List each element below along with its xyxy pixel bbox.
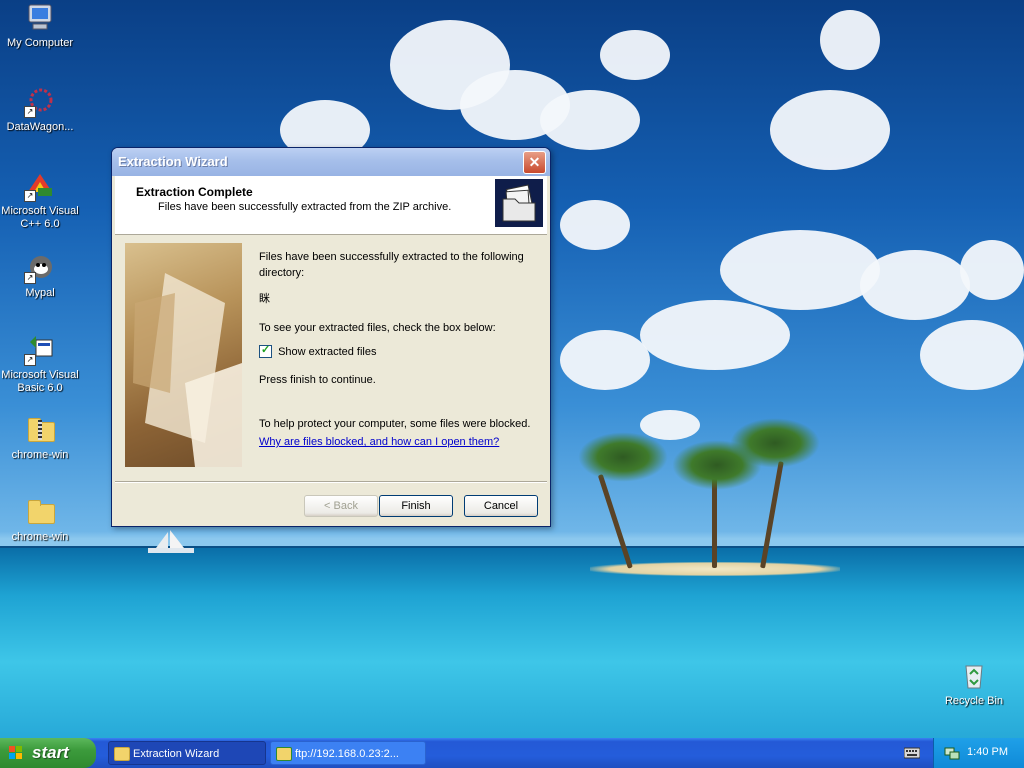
shortcut-arrow-icon: ↗: [24, 272, 36, 284]
taskbar-item-ftp[interactable]: ftp://192.168.0.23:2...: [270, 741, 426, 765]
check-mark-icon: ✓: [261, 344, 271, 356]
wizard-body: Files have been successfully extracted t…: [115, 235, 547, 481]
finish-button[interactable]: Finish: [379, 495, 453, 517]
taskbar-item-label: Extraction Wizard: [133, 748, 220, 760]
folder-icon: [114, 747, 130, 761]
visual-cpp-icon: ↗: [24, 170, 56, 202]
desktop-icon-label: Microsoft Visual C++ 6.0: [1, 205, 79, 230]
cloud: [860, 250, 970, 320]
cloud: [600, 30, 670, 80]
cloud: [720, 230, 880, 310]
desktop-icon-datawagon[interactable]: ↗ DataWagon...: [0, 86, 80, 134]
window-title: Extraction Wizard: [118, 154, 228, 169]
palm-trunk: [712, 478, 717, 568]
datawagon-icon: ↗: [24, 86, 56, 118]
wizard-side-image: [125, 243, 242, 467]
clock[interactable]: 1:40 PM: [967, 746, 1008, 758]
windows-logo-icon: [9, 746, 22, 759]
wizard-header: Extraction Complete Files have been succ…: [115, 176, 547, 235]
close-icon: ✕: [528, 154, 541, 170]
extraction-wizard-window: Extraction Wizard ✕ Extraction Complete …: [111, 147, 551, 527]
desktop-icon-label: Mypal: [25, 287, 55, 299]
computer-icon: [24, 2, 56, 34]
start-button[interactable]: start: [0, 738, 96, 768]
sailboat: [148, 530, 194, 553]
folder-pages-icon: [495, 179, 543, 227]
start-label: start: [32, 743, 69, 762]
desktop-icon-label: My Computer: [6, 37, 74, 49]
taskbar: start Extraction Wizard ftp://192.168.0.…: [0, 738, 1024, 768]
network-icon[interactable]: [944, 745, 960, 761]
cloud: [960, 240, 1024, 300]
palm-fronds: [578, 432, 668, 482]
extract-message: Files have been successfully extracted t…: [259, 251, 524, 279]
ftp-folder-icon: [276, 747, 292, 761]
desktop-icon-mypal[interactable]: ↗ Mypal: [0, 252, 80, 300]
keyboard-icon[interactable]: [904, 747, 920, 759]
zip-folder-icon: [24, 414, 56, 446]
header-title: Extraction Complete: [136, 185, 253, 199]
desktop-icon-label: chrome-win: [11, 531, 69, 543]
checkbox-label[interactable]: Show extracted files: [278, 346, 376, 358]
checkbox-instruction: To see your extracted files, check the b…: [259, 322, 496, 334]
title-bar[interactable]: Extraction Wizard ✕: [112, 148, 550, 176]
blocked-files-help-link[interactable]: Why are files blocked, and how can I ope…: [259, 436, 499, 448]
taskbar-item-label: ftp://192.168.0.23:2...: [295, 748, 399, 760]
cancel-button[interactable]: Cancel: [464, 495, 538, 517]
desktop-icon-visual-basic[interactable]: ↗ Microsoft Visual Basic 6.0: [0, 334, 80, 395]
cloud: [920, 320, 1024, 390]
show-extracted-files-checkbox[interactable]: ✓ Show extracted files: [259, 344, 377, 358]
shortcut-arrow-icon: ↗: [24, 354, 36, 366]
palm-fronds: [730, 418, 820, 468]
back-button[interactable]: < Back: [304, 495, 378, 517]
system-tray: 1:40 PM: [933, 738, 1024, 768]
close-button[interactable]: ✕: [523, 151, 546, 174]
sea: [0, 548, 1024, 738]
folder-icon: [24, 496, 56, 528]
blocked-files-message: To help protect your computer, some file…: [259, 418, 531, 430]
cloud: [770, 90, 890, 170]
finish-instruction: Press finish to continue.: [259, 374, 376, 386]
cloud: [560, 330, 650, 390]
desktop-icon-label: Recycle Bin: [944, 695, 1004, 707]
recycle-bin-icon: [958, 660, 990, 692]
header-subtitle: Files have been successfully extracted f…: [158, 201, 452, 213]
desktop-icon-label: DataWagon...: [6, 121, 74, 133]
checkbox-box[interactable]: ✓: [259, 344, 272, 358]
cloud: [540, 90, 640, 150]
cloud: [640, 300, 790, 370]
shortcut-arrow-icon: ↗: [24, 106, 36, 118]
desktop-icon-visual-cpp[interactable]: ↗ Microsoft Visual C++ 6.0: [0, 170, 80, 231]
desktop-icon-label: Microsoft Visual Basic 6.0: [1, 369, 79, 394]
shortcut-arrow-icon: ↗: [24, 190, 36, 202]
cloud: [560, 200, 630, 250]
cloud: [820, 10, 880, 70]
desktop-icon-chrome-win-folder[interactable]: chrome-win: [0, 496, 80, 544]
directory-path: 眯: [259, 293, 270, 305]
button-separator: [115, 481, 547, 483]
desktop-icon-recycle-bin[interactable]: Recycle Bin: [934, 660, 1014, 708]
desktop-icon-my-computer[interactable]: My Computer: [0, 2, 80, 50]
desktop-icon-chrome-win-zip[interactable]: chrome-win: [0, 414, 80, 462]
desktop-icon-label: chrome-win: [11, 449, 69, 461]
taskbar-item-extraction-wizard[interactable]: Extraction Wizard: [108, 741, 266, 765]
visual-basic-icon: ↗: [24, 334, 56, 366]
mypal-icon: ↗: [24, 252, 56, 284]
